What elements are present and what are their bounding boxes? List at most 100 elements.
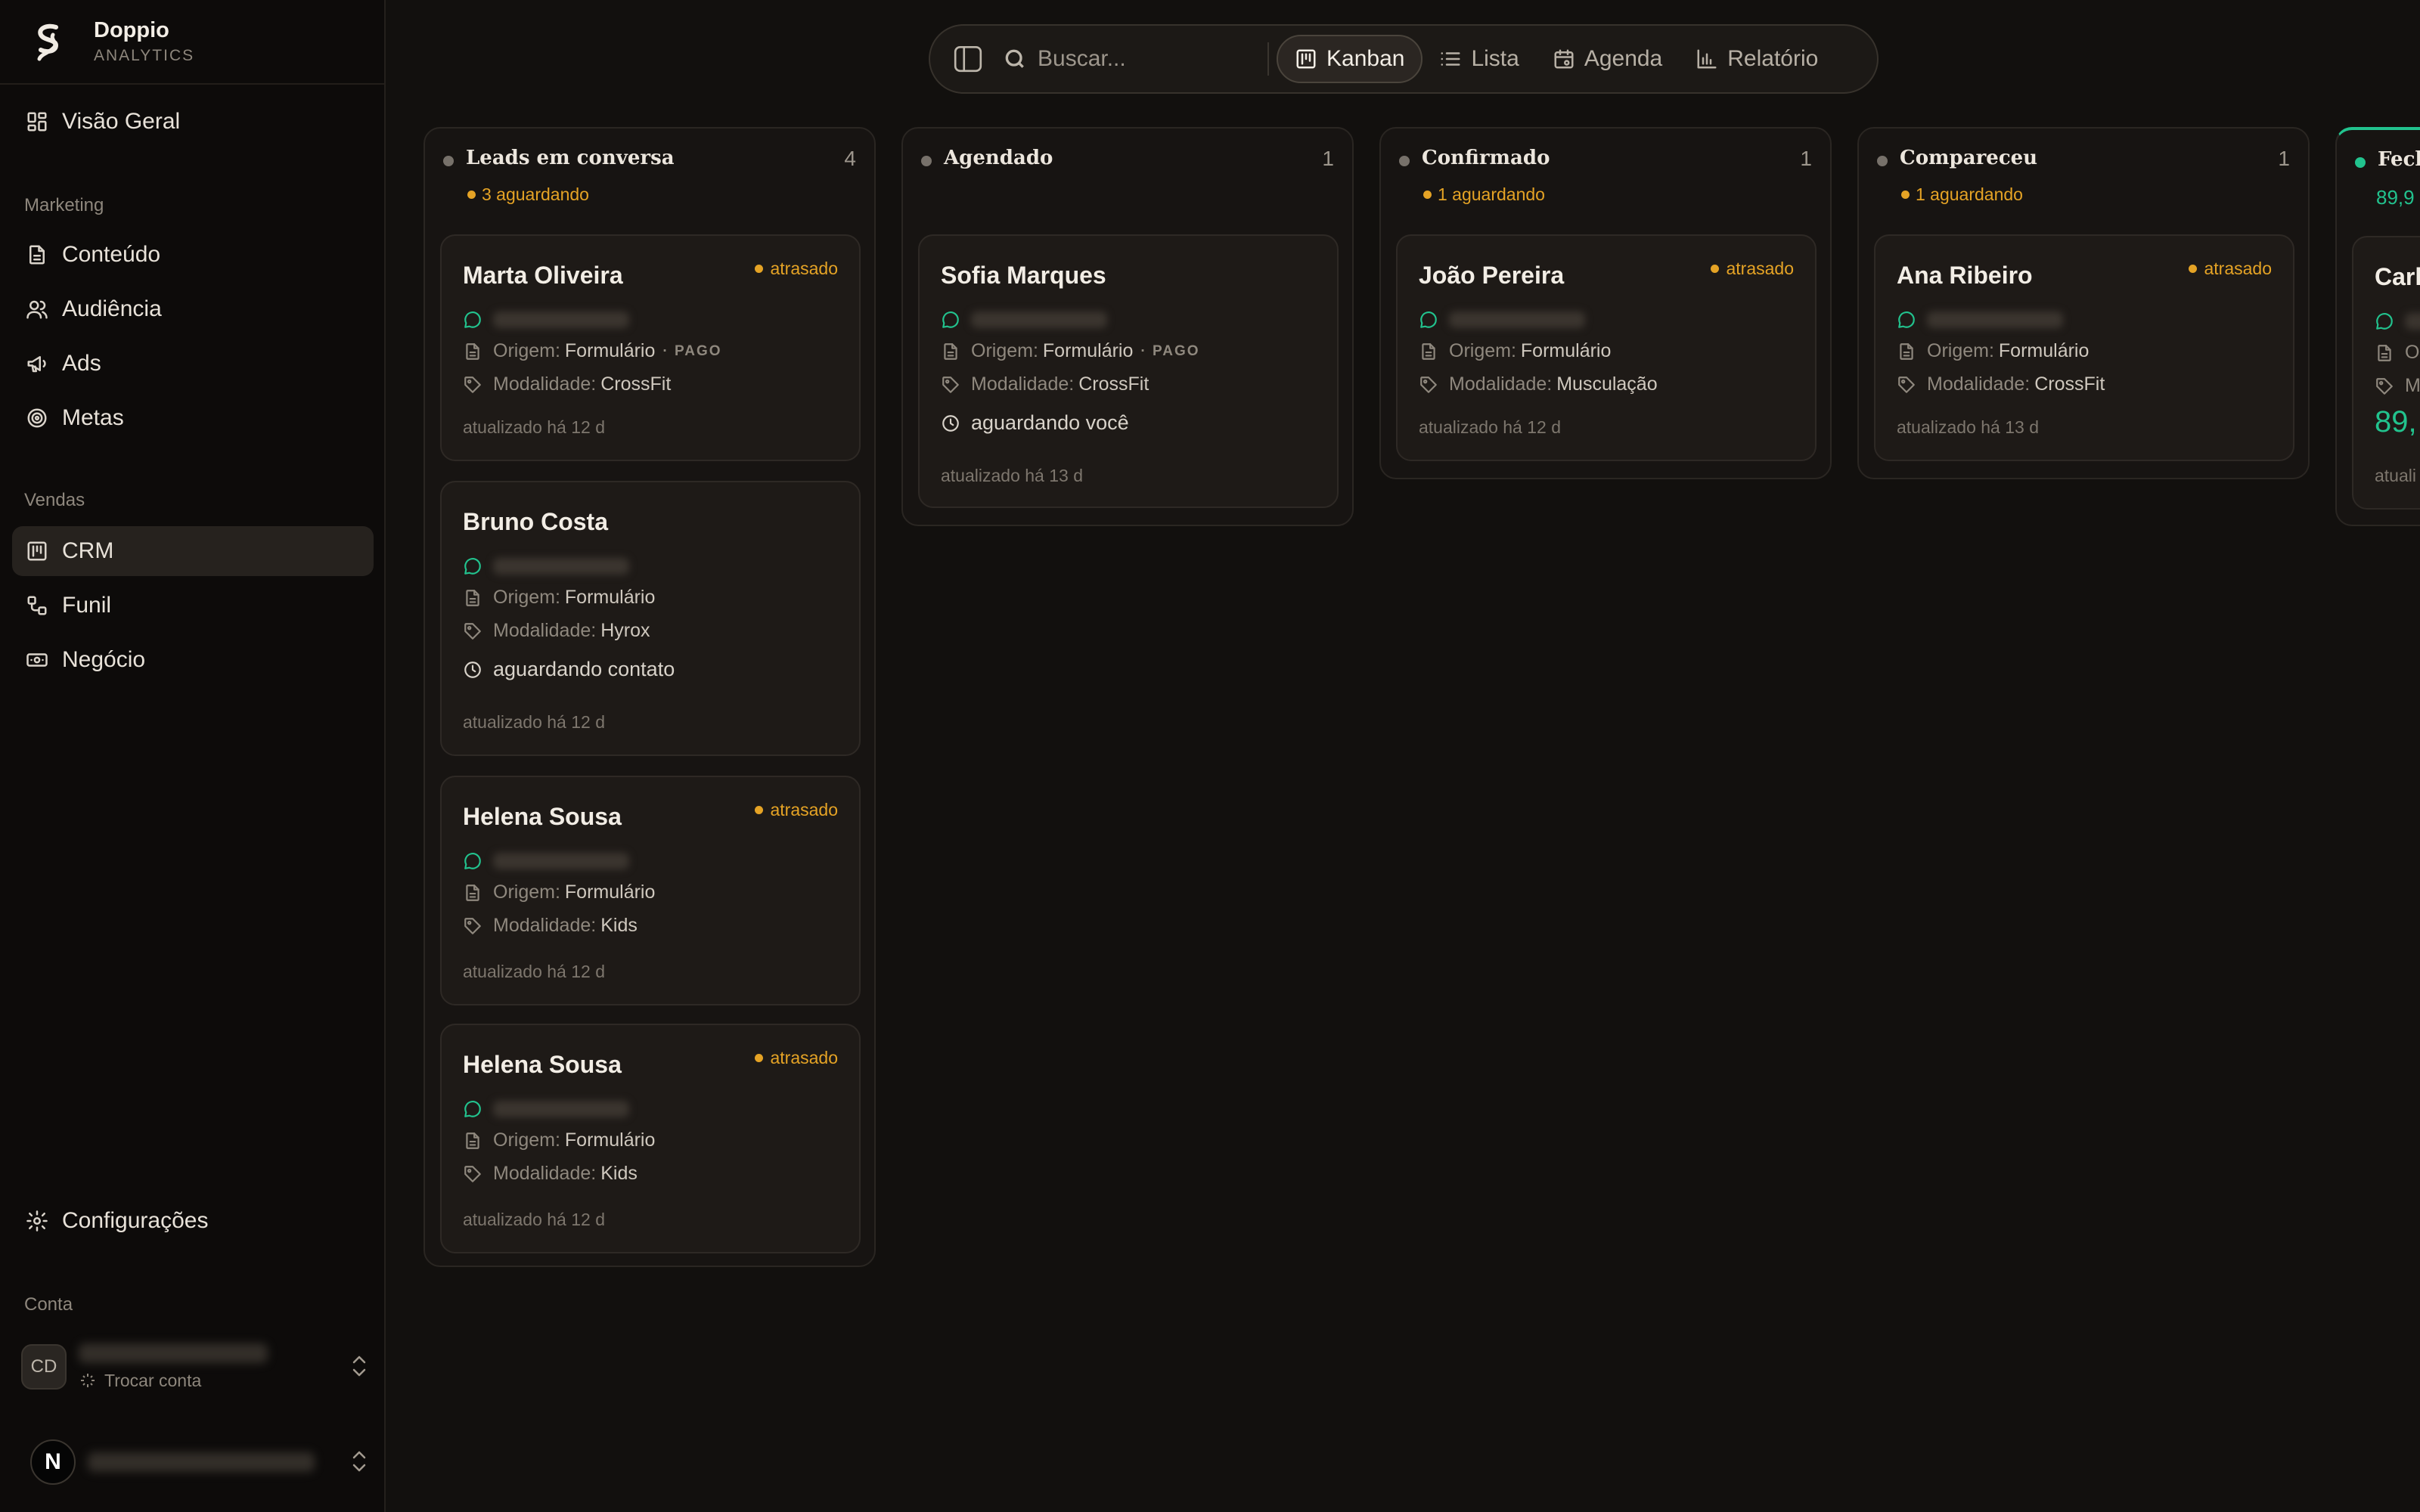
user-info bbox=[88, 1452, 315, 1472]
switch-account-link[interactable]: Trocar conta bbox=[79, 1371, 268, 1391]
origin-row: Origem: Formulário bbox=[1419, 340, 1611, 362]
user-avatar: N bbox=[30, 1439, 76, 1485]
lead-name: Bruno Costa bbox=[463, 508, 608, 535]
origin-label: Origem: bbox=[1449, 340, 1516, 361]
modality-label: Modalidade: bbox=[1449, 373, 1553, 395]
lead-card[interactable]: Marta Oliveira atrasado Origem: Formulári… bbox=[440, 234, 861, 461]
column-count: 4 bbox=[844, 147, 856, 170]
sidebar-item-visao-geral[interactable]: Visão Geral bbox=[12, 97, 374, 147]
modality-value: Hyrox bbox=[600, 620, 650, 641]
chat-icon bbox=[1898, 311, 1915, 328]
sidebar-item-negocio[interactable]: Negócio bbox=[12, 635, 374, 685]
sidebar-item-conteudo[interactable]: Conteúdo bbox=[12, 230, 374, 280]
sidebar-item-funil[interactable]: Funil bbox=[12, 581, 374, 631]
whatsapp-row[interactable] bbox=[463, 310, 629, 330]
origin-value: Formulário bbox=[564, 881, 656, 903]
tag-icon bbox=[1420, 376, 1437, 393]
lead-card[interactable]: Sofia Marques Origem: Formulário · PAGO Mo… bbox=[918, 234, 1339, 508]
whatsapp-row[interactable] bbox=[1897, 310, 2063, 330]
whatsapp-row[interactable] bbox=[463, 1099, 629, 1119]
column-status-dot bbox=[1877, 156, 1888, 166]
chevron-updown-icon[interactable] bbox=[349, 1448, 369, 1474]
column-header: Fech 89,9 bbox=[2337, 130, 2420, 233]
modality-label: Modalidade: bbox=[493, 373, 597, 395]
updated-at: atualizado há 12 d bbox=[463, 417, 605, 437]
document-icon bbox=[466, 884, 479, 901]
origin-row: Origem: Formulário bbox=[463, 587, 655, 609]
column-status-dot bbox=[443, 156, 454, 166]
sidebar-item-ads[interactable]: Ads bbox=[12, 339, 374, 389]
modality-label: M bbox=[2405, 375, 2420, 396]
section-title-vendas: Vendas bbox=[24, 490, 85, 510]
gear-icon bbox=[26, 1210, 48, 1232]
sidebar-item-label: Metas bbox=[62, 405, 124, 430]
modality-value: CrossFit bbox=[600, 373, 672, 395]
overdue-badge: atrasado bbox=[755, 800, 838, 820]
lead-card[interactable]: João Pereira atrasado Origem: Formulário … bbox=[1396, 234, 1817, 461]
whatsapp-row[interactable] bbox=[2375, 311, 2420, 331]
users-icon bbox=[26, 298, 48, 321]
lead-card[interactable]: Ana Ribeiro atrasado Origem: Formulário M… bbox=[1874, 234, 2294, 461]
modality-label: Modalidade: bbox=[971, 373, 1075, 395]
origin-row: Origem: Formulário bbox=[463, 881, 655, 903]
sidebar: Doppio ANALYTICS Visão Geral Marketing C… bbox=[0, 0, 386, 1512]
column-header: Leads em conversa 4 3 aguardando bbox=[425, 129, 874, 231]
whatsapp-row[interactable] bbox=[463, 851, 629, 871]
column-title: Agendado bbox=[944, 147, 1053, 169]
kanban-board: Leads em conversa 4 3 aguardando Marta O… bbox=[387, 0, 2420, 1512]
tag-icon bbox=[942, 376, 959, 393]
column-header: Confirmado 1 1 aguardando bbox=[1381, 129, 1830, 231]
document-icon bbox=[466, 589, 479, 606]
brand-name: Doppio bbox=[94, 18, 169, 42]
whatsapp-row[interactable] bbox=[463, 556, 629, 576]
modality-value: Kids bbox=[600, 1163, 638, 1184]
document-icon bbox=[2378, 344, 2391, 361]
column-leads-em-conversa: Leads em conversa 4 3 aguardando Marta O… bbox=[424, 127, 876, 1267]
modality-row: Modalidade: Musculação bbox=[1419, 373, 1658, 395]
column-count: 1 bbox=[2278, 147, 2290, 170]
updated-at: atuali bbox=[2375, 466, 2416, 485]
lead-name: Marta Oliveira bbox=[463, 262, 623, 289]
sidebar-item-label: Visão Geral bbox=[62, 109, 181, 134]
column-fechado: Fech 89,9 Carl O M 89, atuali bbox=[2335, 127, 2420, 526]
origin-value: Formulário bbox=[564, 1129, 656, 1151]
sidebar-item-configuracoes[interactable]: Configurações bbox=[12, 1196, 374, 1246]
lead-card[interactable]: Helena Sousa atrasado Origem: Formulário … bbox=[440, 776, 861, 1005]
lead-name: Carl bbox=[2375, 263, 2420, 290]
sidebar-item-crm[interactable]: CRM bbox=[12, 526, 374, 576]
tag-icon bbox=[464, 622, 481, 640]
lead-card[interactable]: Helena Sousa atrasado Origem: Formulário … bbox=[440, 1024, 861, 1253]
phone-redacted bbox=[493, 1101, 629, 1117]
section-title-conta: Conta bbox=[24, 1294, 73, 1315]
lead-card[interactable]: Carl O M 89, atuali bbox=[2352, 236, 2420, 510]
column-compareceu: Compareceu 1 1 aguardando Ana Ribeiro at… bbox=[1857, 127, 2310, 479]
lead-card[interactable]: Bruno Costa Origem: Formulário Modalidade… bbox=[440, 481, 861, 756]
account-info: Trocar conta bbox=[79, 1343, 268, 1391]
modality-row: M bbox=[2375, 375, 2420, 397]
whatsapp-row[interactable] bbox=[941, 310, 1107, 330]
chat-icon bbox=[942, 311, 959, 328]
origin-label: Origem: bbox=[1927, 340, 1994, 361]
sidebar-item-label: Configurações bbox=[62, 1208, 209, 1233]
column-title: Leads em conversa bbox=[466, 147, 675, 169]
chevron-updown-icon[interactable] bbox=[349, 1353, 369, 1379]
tag-icon bbox=[464, 917, 481, 934]
origin-label: Origem: bbox=[493, 340, 560, 361]
account-name-redacted bbox=[79, 1343, 268, 1363]
sidebar-item-metas[interactable]: Metas bbox=[12, 393, 374, 443]
modality-label: Modalidade: bbox=[493, 620, 597, 641]
brand-header[interactable]: Doppio ANALYTICS bbox=[0, 0, 384, 85]
lead-name: Helena Sousa bbox=[463, 1051, 622, 1078]
origin-row: Origem: Formulário · PAGO bbox=[941, 340, 1200, 362]
lead-name: Sofia Marques bbox=[941, 262, 1106, 289]
paid-tag: · PAGO bbox=[1140, 342, 1200, 359]
updated-at: atualizado há 13 d bbox=[1897, 417, 2039, 437]
modality-row: Modalidade: Kids bbox=[463, 1163, 638, 1185]
column-title: Confirmado bbox=[1422, 147, 1550, 169]
sidebar-item-audiencia[interactable]: Audiência bbox=[12, 284, 374, 334]
account-switcher[interactable]: CD Trocar conta bbox=[21, 1337, 369, 1397]
waiting-row: aguardando você bbox=[941, 411, 1129, 435]
user-menu[interactable]: N bbox=[21, 1432, 369, 1492]
lead-name: Helena Sousa bbox=[463, 803, 622, 830]
whatsapp-row[interactable] bbox=[1419, 310, 1585, 330]
